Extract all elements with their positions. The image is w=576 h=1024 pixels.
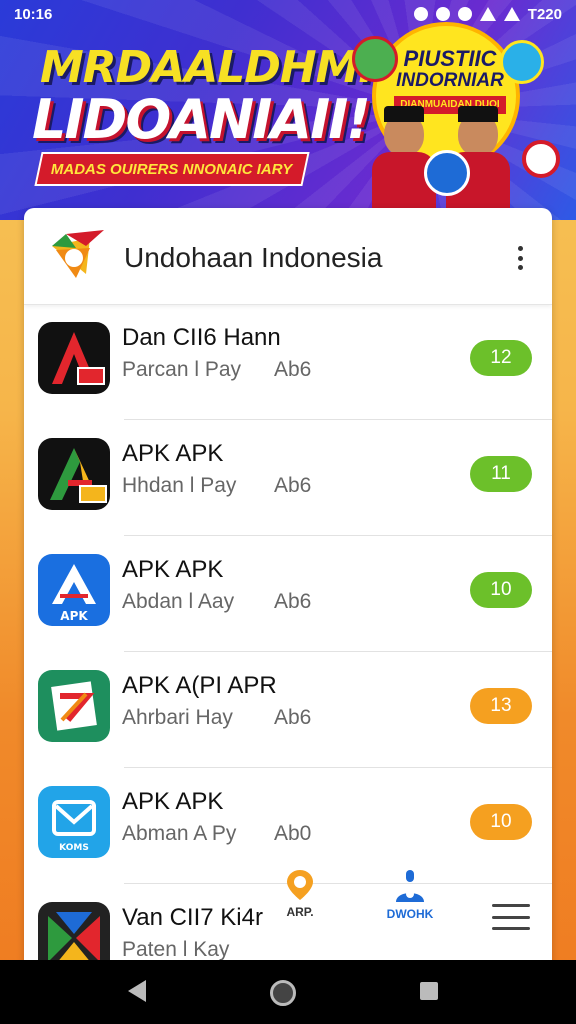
kebab-menu-icon[interactable] (508, 246, 532, 270)
status-time: 10:16 (14, 5, 53, 23)
page-title: Undohaan Indonesia (124, 242, 383, 273)
app-icon-apk-blue: APK (38, 554, 110, 626)
list-item[interactable]: APK A(PI APR Ahrbari Hay Ab6 13 (24, 652, 552, 768)
wifi-icon (479, 7, 496, 21)
promo-banner[interactable]: MRDAALDHMN LIDOANIAII! MADAS OUIRERS NNO… (0, 0, 576, 220)
banner-search-icon (500, 40, 544, 84)
app-icon-colorful-x (38, 902, 110, 968)
list-item-size: Ab6 (274, 474, 312, 497)
app-icon-red-a (38, 322, 110, 394)
list-item[interactable]: KOMS APK APK Abman A Py Ab0 10 (24, 768, 552, 884)
app-list-card: Undohaan Indonesia Dan CII6 Hann Parcan … (24, 208, 552, 968)
app-logo-icon (52, 230, 104, 278)
notification-icon (413, 7, 428, 21)
mail-badge-text: KOMS (59, 843, 89, 853)
banner-title-line1: MRDAALDHMN (40, 42, 395, 93)
list-item-name: APK APK (122, 788, 224, 815)
location-pin-icon (287, 870, 313, 900)
nav-item-info[interactable]: DWOHK (380, 868, 440, 921)
list-item-size: Ab0 (274, 822, 312, 845)
badge-line2: INDORNIAR (396, 70, 504, 91)
banner-location-icon (424, 150, 470, 196)
count-badge[interactable]: 10 (470, 572, 532, 608)
count-badge[interactable]: 12 (470, 340, 532, 376)
app-icon-mail-blue: KOMS (38, 786, 110, 858)
sync-icon (435, 7, 450, 21)
app-icon-multicolor-a (38, 438, 110, 510)
count-badge[interactable]: 13 (470, 688, 532, 724)
vibrate-icon (457, 7, 472, 21)
list-item-size: Ab6 (274, 706, 312, 729)
status-right-text: T220 (527, 5, 562, 23)
nav-item-app[interactable]: ARP. (270, 868, 330, 919)
banner-ribbon-text: MADAS OUIRERS NNONAIC IARY (51, 160, 293, 178)
app-icon-green-box (38, 670, 110, 742)
list-item-name: APK APK (122, 440, 224, 467)
list-item-name: APK A(PI APR (122, 672, 277, 699)
hamburger-menu-icon[interactable] (492, 904, 530, 930)
list-item-subtitle: Abman A Py (122, 822, 237, 845)
card-header: Undohaan Indonesia (24, 208, 552, 305)
nav-item-info-label: DWOHK (386, 907, 434, 921)
list-item-subtitle: Hhdan l Pay (122, 474, 237, 497)
banner-mascot-icon (352, 36, 398, 82)
list-item[interactable]: Dan CII6 Hann Parcan l Pay Ab6 12 (24, 304, 552, 420)
banner-target-icon (522, 140, 560, 178)
home-icon[interactable] (270, 980, 296, 1006)
count-badge[interactable]: 10 (470, 804, 532, 840)
info-icon (396, 870, 424, 902)
count-badge[interactable]: 11 (470, 456, 532, 492)
list-item-size: Ab6 (274, 590, 312, 613)
list-item[interactable]: APK APK APK Abdan l Aay Ab6 10 (24, 536, 552, 652)
list-item-subtitle: Ahrbari Hay (122, 706, 233, 729)
list-item[interactable]: APK APK Hhdan l Pay Ab6 11 (24, 420, 552, 536)
list-item-name: Dan CII6 Hann (122, 324, 281, 351)
list-item-size: Ab6 (274, 358, 312, 381)
banner-ribbon: MADAS OUIRERS NNONAIC IARY (34, 152, 310, 186)
nav-item-app-label: ARP. (286, 905, 314, 919)
signal-icon (503, 7, 520, 21)
status-icons: T220 (413, 5, 562, 23)
apk-badge-text: APK (60, 609, 88, 623)
status-bar: 10:16 T220 (0, 0, 576, 28)
list-item-name: Van CII7 Ki4r (122, 904, 263, 931)
list-item-name: APK APK (122, 556, 224, 583)
list-item-subtitle: Paten l Kay (122, 938, 230, 961)
list-item-subtitle: Abdan l Aay (122, 590, 235, 613)
banner-title-line2: LIDOANIAII! (32, 88, 371, 151)
recents-icon[interactable] (420, 982, 438, 1000)
list-item-subtitle: Parcan l Pay (122, 358, 242, 381)
back-icon[interactable] (128, 980, 146, 1002)
